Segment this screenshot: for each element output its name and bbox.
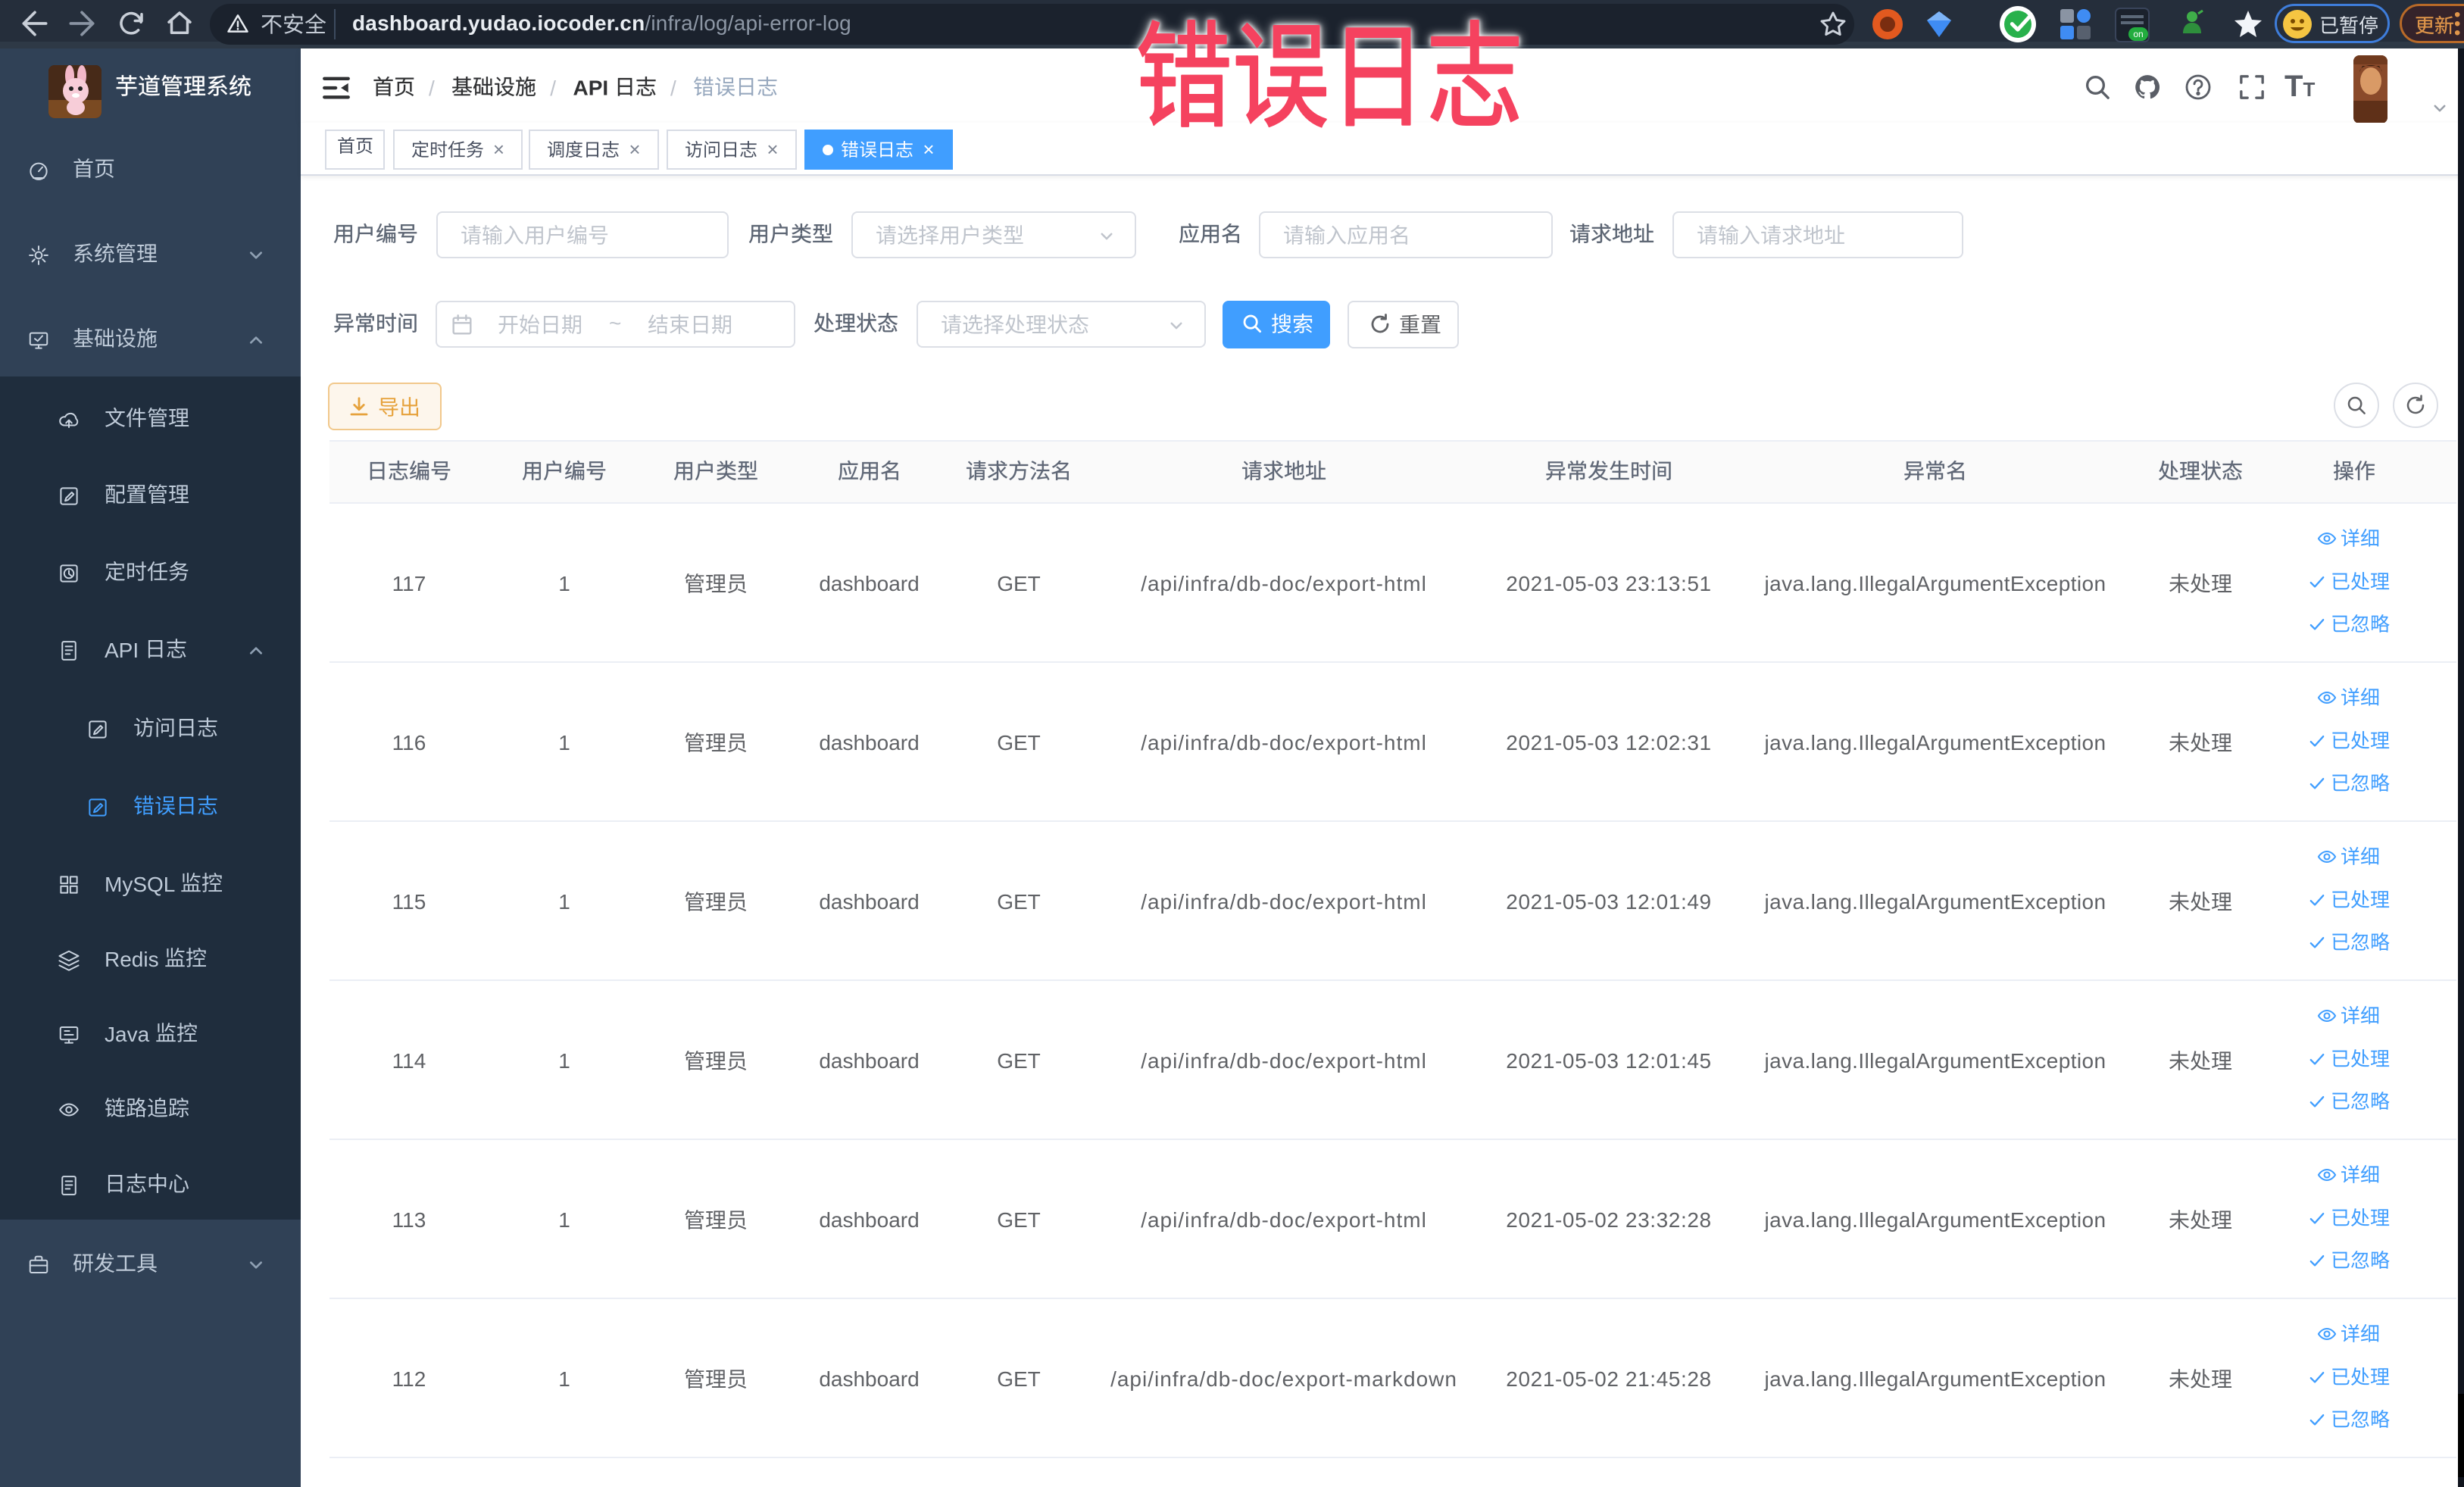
svg-text:on: on [2133,29,2143,39]
